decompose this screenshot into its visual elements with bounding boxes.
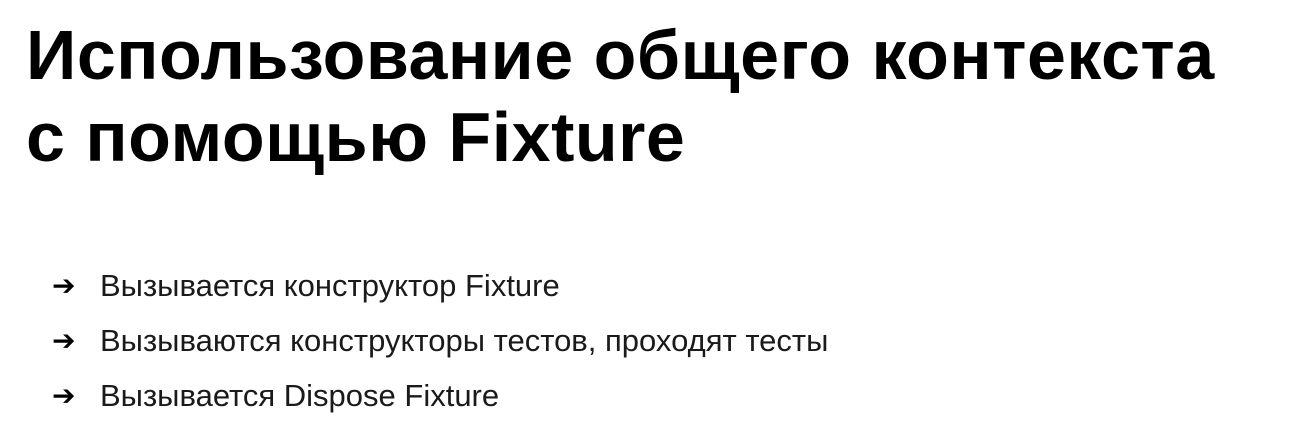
bullet-text: Вызываются конструкторы тестов, проходят… bbox=[100, 322, 829, 358]
slide: Использование общего контекста с помощью… bbox=[0, 0, 1289, 426]
arrow-right-icon: ➔ bbox=[52, 269, 76, 302]
bullet-item: ➔ Вызываются конструкторы тестов, проход… bbox=[52, 313, 828, 368]
bullet-item: ➔ Вызывается конструктор Fixture bbox=[52, 258, 828, 313]
bullet-item: ➔ Вызывается Dispose Fixture bbox=[52, 368, 828, 423]
slide-title-line: Использование общего контекста bbox=[26, 16, 1215, 94]
arrow-right-icon: ➔ bbox=[52, 379, 76, 412]
bullet-text: Вызывается конструктор Fixture bbox=[100, 267, 560, 303]
slide-title: Использование общего контекста с помощью… bbox=[26, 14, 1276, 178]
arrow-right-icon: ➔ bbox=[52, 324, 76, 357]
slide-title-line: с помощью Fixture bbox=[26, 98, 686, 176]
bullet-list: ➔ Вызывается конструктор Fixture ➔ Вызыв… bbox=[52, 258, 828, 423]
bullet-text: Вызывается Dispose Fixture bbox=[100, 377, 500, 413]
